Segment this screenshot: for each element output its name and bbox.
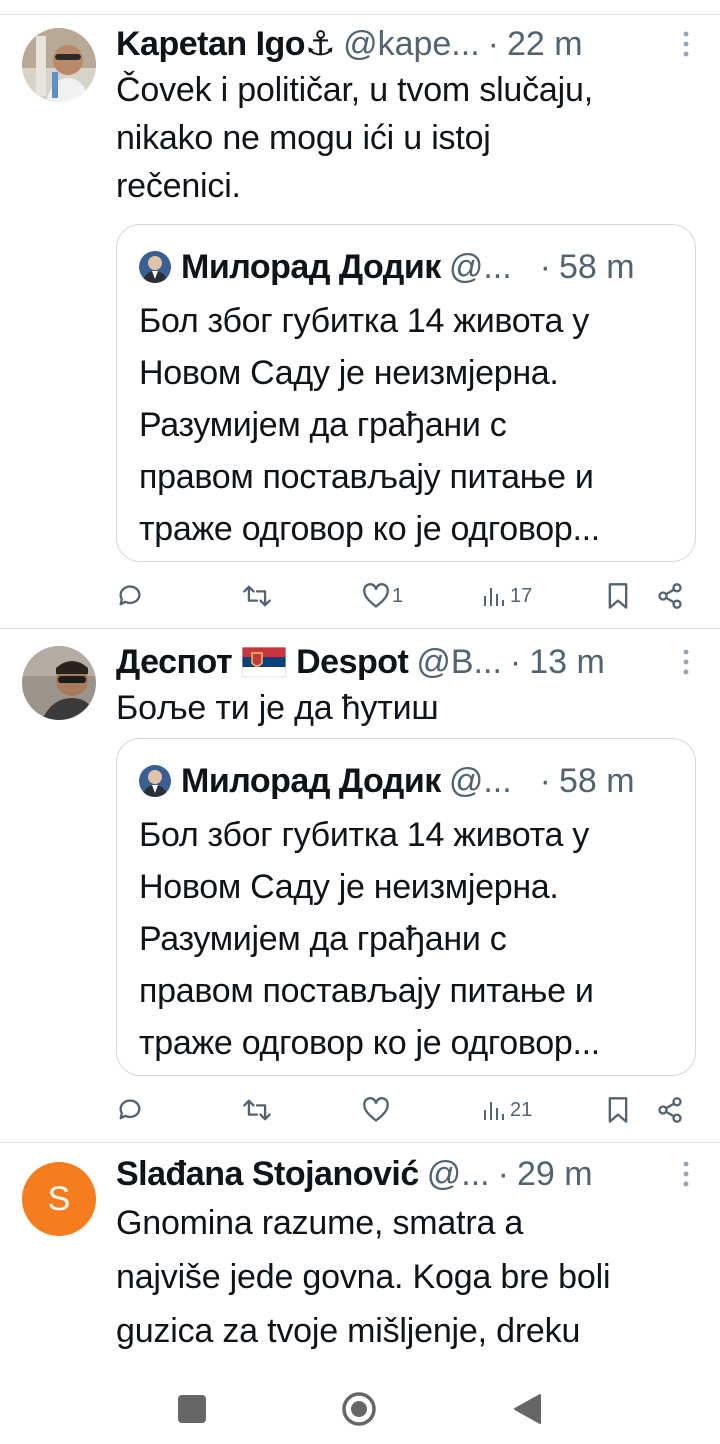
more-vertical-icon[interactable] (676, 640, 696, 684)
author-name[interactable]: Kapetan Igo⚓ (116, 24, 336, 64)
avatar[interactable] (22, 28, 96, 102)
quoted-avatar (139, 251, 171, 283)
more-vertical-icon[interactable] (676, 22, 696, 66)
quoted-author-name: Милорад Додик (181, 761, 441, 800)
timestamp[interactable]: 13 m (529, 643, 605, 682)
avatar[interactable]: S (22, 1162, 96, 1236)
home-circle-icon[interactable] (341, 1391, 377, 1427)
quoted-author-name: Милорад Додик (181, 247, 441, 286)
tweet-text: Боље ти је да ћутиш (116, 689, 439, 727)
bookmark-button[interactable] (606, 1090, 630, 1130)
retweet-icon (242, 582, 272, 610)
quoted-avatar (139, 765, 171, 797)
tweet-header: Kapetan Igo⚓ @kape... · 22 m (116, 22, 696, 66)
views-icon (482, 1098, 506, 1122)
quoted-timestamp: 58 m (559, 761, 635, 800)
bookmark-icon (606, 1096, 630, 1124)
quoted-timestamp: 58 m (559, 247, 635, 286)
views-icon (482, 584, 506, 608)
quoted-tweet[interactable]: Милорад Додик @... · 58 m Бол због губит… (116, 224, 696, 562)
reply-icon (116, 582, 144, 610)
separator-dot: · (539, 247, 551, 286)
tweet-header: Деспот Despot @B... · 13 m (116, 640, 696, 684)
serbia-flag-icon (242, 647, 287, 677)
separator-dot: · (509, 642, 522, 681)
author-handle[interactable]: @... (427, 1155, 490, 1194)
tweet-3[interactable]: S Slađana Stojanović @... · 29 m Gnomina… (0, 1142, 720, 1385)
tweet-text: Gnomina razume, smatra a najviše jede go… (116, 1204, 611, 1350)
reply-button[interactable] (116, 1090, 144, 1130)
tweet-actions: 21 (116, 1090, 690, 1130)
avatar-letter: S (47, 1179, 71, 1218)
quoted-tweet-text: Бол због губитка 14 живота у Новом Саду … (139, 302, 600, 548)
views-button[interactable]: 21 (482, 1090, 532, 1130)
author-handle[interactable]: @kape... (343, 25, 480, 64)
quoted-tweet-header: Милорад Додик @... · 58 m (139, 245, 675, 289)
share-button[interactable] (656, 576, 684, 616)
back-triangle-icon[interactable] (512, 1393, 542, 1425)
reply-icon (116, 1096, 144, 1124)
timestamp[interactable]: 22 m (507, 25, 583, 64)
author-name[interactable]: Деспот (116, 643, 233, 682)
separator-dot: · (487, 24, 499, 63)
heart-icon (362, 583, 390, 609)
quoted-tweet-header: Милорад Додик @... · 58 m (139, 759, 675, 803)
quoted-tweet-text: Бол због губитка 14 живота у Новом Саду … (139, 816, 600, 1062)
quoted-tweet[interactable]: Милорад Додик @... · 58 m Бол због губит… (116, 738, 696, 1076)
retweet-icon (242, 1096, 272, 1124)
author-handle[interactable]: @B... (416, 643, 502, 682)
retweet-button[interactable] (242, 576, 272, 616)
reply-button[interactable] (116, 576, 144, 616)
share-icon (656, 1096, 684, 1124)
avatar[interactable] (22, 646, 96, 720)
share-icon (656, 582, 684, 610)
recents-square-icon[interactable] (178, 1395, 206, 1423)
like-button[interactable]: 1 (362, 576, 403, 616)
system-navigation-bar (0, 1385, 720, 1444)
quoted-author-handle: @... (448, 247, 512, 286)
author-name-latin[interactable]: Despot (296, 643, 409, 682)
bookmark-button[interactable] (606, 576, 630, 616)
tweet-header: Slađana Stojanović @... · 29 m (116, 1152, 696, 1196)
view-count: 17 (510, 584, 533, 607)
heart-icon (362, 1097, 390, 1123)
share-button[interactable] (656, 1090, 684, 1130)
more-vertical-icon[interactable] (676, 1152, 696, 1196)
bookmark-icon (606, 582, 630, 610)
like-count: 1 (392, 584, 404, 607)
author-name[interactable]: Slađana Stojanović (116, 1155, 419, 1194)
separator-dot: · (539, 761, 551, 800)
retweet-button[interactable] (242, 1090, 272, 1130)
tweet-1[interactable]: Kapetan Igo⚓ @kape... · 22 m Čovek i pol… (0, 0, 720, 628)
views-button[interactable]: 17 (482, 576, 532, 616)
timestamp[interactable]: 29 m (517, 1155, 593, 1194)
separator-dot: · (497, 1154, 509, 1193)
tweet-2[interactable]: Деспот Despot @B... · 13 m Боље ти је да… (0, 628, 720, 1142)
like-button[interactable] (362, 1090, 392, 1130)
view-count: 21 (510, 1098, 533, 1121)
quoted-author-handle: @... (448, 761, 512, 800)
tweet-text: Čovek i političar, u tvom slučaju, nikak… (116, 71, 593, 205)
tweet-actions: 1 17 (116, 576, 690, 616)
